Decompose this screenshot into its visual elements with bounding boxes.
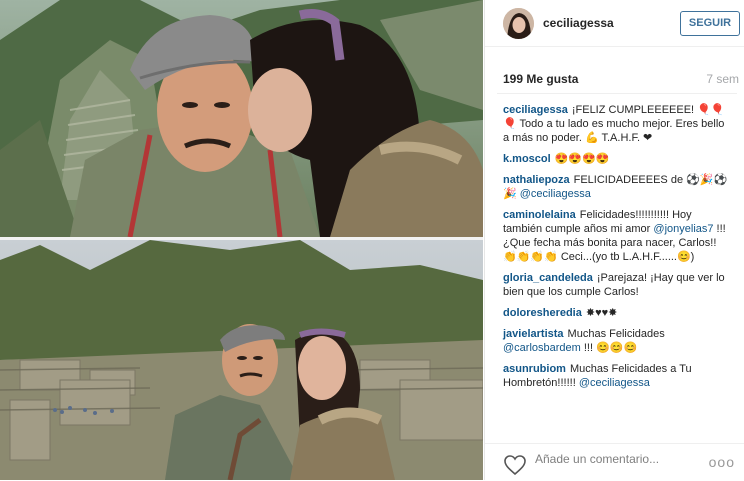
post-header: ceciliagessa SEGUIR (485, 0, 744, 47)
post-age[interactable]: 7 sem (706, 72, 739, 86)
comment-author[interactable]: k.moscol (503, 153, 551, 165)
comment-text: ✸♥♥✸ (585, 307, 618, 319)
comment-item: ceciliagessa ¡FELIZ CUMPLEEEEEE! 🎈🎈🎈 Todo… (503, 103, 733, 145)
more-options-icon[interactable]: ooo (709, 454, 735, 470)
comments-list: ceciliagessa ¡FELIZ CUMPLEEEEEE! 🎈🎈🎈 Todo… (503, 103, 733, 397)
comment-mention[interactable]: @carlosbardem (503, 342, 581, 354)
comment-text: Muchas Felicidades (567, 328, 665, 340)
comment-text: 😍😍😍😍 (554, 153, 610, 165)
comment-item: k.moscol 😍😍😍😍 (503, 152, 733, 166)
instagram-post-modal: ceciliagessa SEGUIR 199 Me gusta 7 sem c… (0, 0, 744, 480)
follow-button[interactable]: SEGUIR (680, 11, 740, 36)
photo-bottom-pane (0, 240, 483, 480)
comment-author[interactable]: asunrubiom (503, 363, 566, 375)
comment-item: nathaliepoza FELICIDADEEEES de ⚽🎉⚽🎉 @ceci… (503, 173, 733, 201)
add-comment-input[interactable]: Añade un comentario... (535, 452, 659, 466)
like-heart-icon[interactable] (503, 454, 527, 476)
comment-author[interactable]: javielartista (503, 328, 564, 340)
comment-author[interactable]: gloria_candeleda (503, 272, 593, 284)
avatar[interactable] (503, 8, 534, 39)
comment-item: javielartista Muchas Felicidades @carlosb… (503, 327, 733, 355)
avatar-image (503, 8, 534, 39)
comment-item: caminolelaina Felicidades!!!!!!!!!!! Hoy … (503, 208, 733, 264)
photo-bottom-illustration (0, 240, 483, 480)
comment-author[interactable]: doloresheredia (503, 307, 582, 319)
likes-separator (497, 93, 737, 94)
comment-item: asunrubiom Muchas Felicidades a Tu Hombre… (503, 362, 733, 390)
likes-count[interactable]: 199 Me gusta (503, 72, 578, 86)
photo-top-pane (0, 0, 483, 237)
comment-mention[interactable]: @ceciliagessa (520, 188, 591, 200)
post-sidebar: ceciliagessa SEGUIR 199 Me gusta 7 sem c… (484, 0, 744, 480)
comment-author[interactable]: nathaliepoza (503, 174, 570, 186)
comment-author[interactable]: caminolelaina (503, 209, 576, 221)
post-photo[interactable] (0, 0, 483, 480)
comment-mention[interactable]: @ceciliagessa (579, 377, 650, 389)
comment-item: gloria_candeleda ¡Parejaza! ¡Hay que ver … (503, 271, 733, 299)
add-comment-bar: Añade un comentario... ooo (485, 443, 744, 481)
comment-author[interactable]: ceciliagessa (503, 104, 568, 116)
photo-top-illustration (0, 0, 483, 237)
comment-text-continued: !!! 😊😊😊 (580, 342, 638, 354)
comment-item: doloresheredia ✸♥♥✸ (503, 306, 733, 320)
username-link[interactable]: ceciliagessa (543, 16, 614, 30)
comment-mention[interactable]: @jonyelias7 (653, 223, 713, 235)
